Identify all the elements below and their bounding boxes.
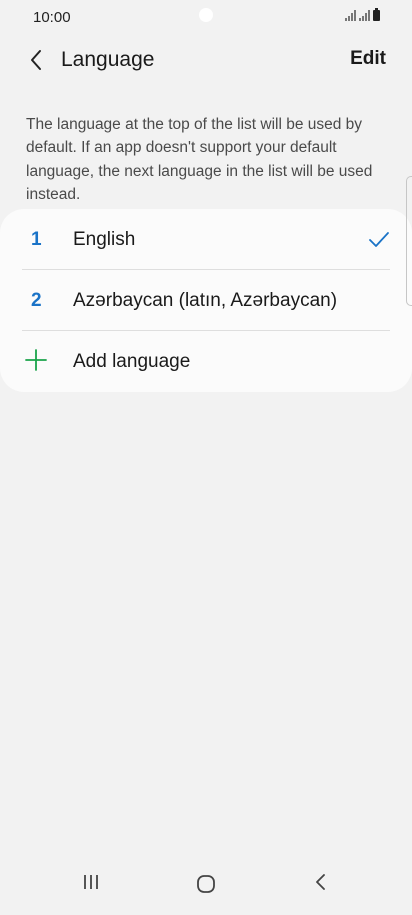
check-icon [369, 232, 389, 247]
back-icon[interactable] [310, 871, 332, 893]
language-description: The language at the top of the list will… [26, 115, 373, 204]
scrollbar[interactable] [406, 176, 412, 306]
language-item-azerbaijani[interactable]: 2 Azərbaycan (latın, Azərbaycan) [0, 270, 412, 331]
plus-icon [25, 349, 47, 371]
battery-icon [373, 8, 380, 21]
status-bar: 10:00 [0, 0, 412, 36]
language-priority-number: 1 [31, 229, 42, 250]
edit-button[interactable]: Edit [350, 48, 386, 70]
language-list: 1 English 2 Azərbaycan (latın, Azərbayca… [0, 209, 412, 392]
signal-strength-icon-sim2 [359, 10, 370, 21]
status-time: 10:00 [33, 9, 71, 26]
navigation-bar [0, 855, 412, 915]
language-priority-number: 2 [31, 290, 42, 311]
signal-strength-icon [345, 10, 356, 21]
status-icons [345, 8, 380, 21]
add-language-button[interactable]: Add language [0, 331, 412, 392]
app-bar: Language Edit [0, 40, 412, 80]
language-name: English [73, 229, 136, 250]
back-button[interactable] [22, 46, 50, 74]
recent-apps-icon[interactable] [80, 871, 102, 893]
front-camera-cutout [199, 8, 213, 22]
language-name: Azərbaycan (latın, Azərbaycan) [73, 290, 338, 311]
chevron-left-icon [31, 50, 41, 70]
language-item-english[interactable]: 1 English [0, 209, 412, 270]
page-title: Language [61, 48, 155, 71]
home-icon[interactable] [195, 873, 217, 895]
add-language-label: Add language [73, 351, 191, 372]
